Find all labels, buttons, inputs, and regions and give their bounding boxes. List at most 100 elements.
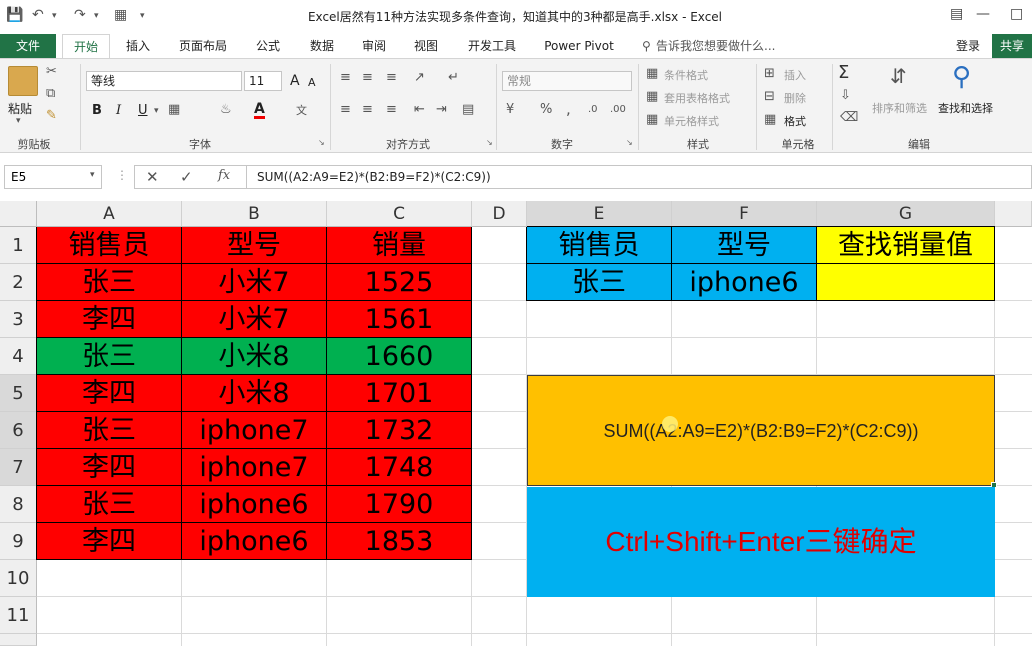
redo-dropdown-icon[interactable]: ▾	[94, 11, 99, 21]
tab-file[interactable]: 文件	[0, 34, 56, 58]
phonetic-icon[interactable]: 文	[296, 102, 307, 118]
cell-styles-button[interactable]: 单元格样式	[664, 113, 719, 129]
table-cell[interactable]: 1790	[327, 486, 472, 523]
column-header-e[interactable]: E	[527, 201, 672, 227]
ribbon-display-icon[interactable]: ▤	[950, 6, 963, 22]
row-header-3[interactable]: 3	[0, 301, 37, 338]
lookup-header-cell[interactable]: 型号	[672, 227, 817, 264]
find-select-icon[interactable]: ⚲	[952, 62, 971, 92]
conditional-format-icon[interactable]: ▦	[646, 66, 658, 81]
align-left-icon[interactable]: ≡	[340, 102, 351, 117]
table-cell[interactable]: 李四	[37, 301, 182, 338]
cut-icon[interactable]: ✂	[46, 64, 57, 79]
table-cell[interactable]: 张三	[37, 486, 182, 523]
row-header-2[interactable]: 2	[0, 264, 37, 301]
table-header-cell[interactable]: 型号	[182, 227, 327, 264]
lookup-result-cell[interactable]	[817, 264, 995, 301]
decrease-indent-icon[interactable]: ⇤	[414, 102, 425, 117]
table-cell[interactable]: 小米7	[182, 264, 327, 301]
table-cell[interactable]: 1701	[327, 375, 472, 412]
comma-icon[interactable]: ,	[566, 100, 571, 118]
tab-view[interactable]: 视图	[404, 34, 448, 58]
insert-cells-button[interactable]: 插入	[784, 67, 806, 83]
font-color-icon[interactable]: A	[254, 102, 265, 119]
font-size-combo[interactable]: 11	[244, 71, 282, 91]
lookup-value-cell[interactable]: 张三	[527, 264, 672, 301]
find-select-button[interactable]: 查找和选择	[938, 100, 993, 116]
italic-button[interactable]: I	[116, 103, 121, 118]
table-cell[interactable]: 小米8	[182, 338, 327, 375]
column-header-b[interactable]: B	[182, 201, 327, 227]
paste-label[interactable]: 粘贴	[8, 100, 32, 117]
column-header-g[interactable]: G	[817, 201, 995, 227]
tab-page-layout[interactable]: 页面布局	[170, 34, 236, 58]
format-cells-button[interactable]: 格式	[784, 113, 806, 129]
number-dialog-launcher-icon[interactable]: ↘	[626, 138, 633, 147]
table-cell[interactable]: iphone7	[182, 412, 327, 449]
wrap-text-icon[interactable]: ↵	[448, 70, 459, 85]
table-cell[interactable]: 1748	[327, 449, 472, 486]
cancel-icon[interactable]: ✕	[146, 168, 159, 186]
number-format-combo[interactable]: 常规	[502, 71, 632, 91]
table-cell[interactable]: 1660	[327, 338, 472, 375]
sort-filter-icon[interactable]: ⇵	[890, 64, 907, 88]
lookup-value-cell[interactable]: iphone6	[672, 264, 817, 301]
format-as-table-button[interactable]: 套用表格格式	[664, 90, 730, 106]
column-header-f[interactable]: F	[672, 201, 817, 227]
merge-center-icon[interactable]: ▤	[462, 102, 474, 117]
table-cell[interactable]: iphone6	[182, 523, 327, 560]
bold-button[interactable]: B	[92, 103, 102, 118]
fill-color-icon[interactable]: ♨	[220, 102, 232, 117]
table-cell[interactable]: 张三	[37, 264, 182, 301]
insert-cells-icon[interactable]: ⊞	[764, 66, 775, 81]
format-cells-icon[interactable]: ▦	[764, 112, 776, 127]
copy-icon[interactable]: ⧉	[46, 86, 55, 101]
column-header-a[interactable]: A	[37, 201, 182, 227]
percent-icon[interactable]: %	[540, 102, 552, 117]
decrease-decimal-icon[interactable]: .00	[610, 104, 626, 115]
orientation-icon[interactable]: ↗	[414, 70, 425, 85]
table-cell[interactable]: 1853	[327, 523, 472, 560]
delete-cells-icon[interactable]: ⊟	[764, 89, 775, 104]
row-header-11[interactable]: 11	[0, 597, 37, 634]
format-painter-icon[interactable]: ✎	[46, 108, 57, 123]
tab-home[interactable]: 开始	[62, 34, 110, 58]
table-cell[interactable]: 李四	[37, 449, 182, 486]
save-icon[interactable]: 💾	[6, 7, 23, 23]
name-box[interactable]: E5	[4, 165, 102, 189]
formula-input[interactable]: SUM((A2:A9=E2)*(B2:B9=F2)*(C2:C9))	[246, 165, 1032, 189]
row-header-7[interactable]: 7	[0, 449, 37, 486]
row-header-4[interactable]: 4	[0, 338, 37, 375]
paste-dropdown-icon[interactable]: ▾	[16, 116, 21, 126]
align-right-icon[interactable]: ≡	[386, 102, 397, 117]
sign-in-link[interactable]: 登录	[948, 34, 988, 58]
column-header-c[interactable]: C	[327, 201, 472, 227]
row-header-8[interactable]: 8	[0, 486, 37, 523]
formula-annotation-box[interactable]: SUM((A2:A9=E2)*(B2:B9=F2)*(C2:C9))	[527, 375, 995, 486]
increase-decimal-icon[interactable]: .0	[588, 104, 598, 115]
table-cell[interactable]: 小米8	[182, 375, 327, 412]
row-header-5[interactable]: 5	[0, 375, 37, 412]
name-box-dropdown-icon[interactable]: ▾	[90, 170, 95, 180]
customize-qat-icon[interactable]: ▾	[140, 11, 145, 21]
alignment-dialog-launcher-icon[interactable]: ↘	[486, 138, 493, 147]
clear-icon[interactable]: ⌫	[840, 110, 858, 125]
row-header-10[interactable]: 10	[0, 560, 37, 597]
align-center-icon[interactable]: ≡	[362, 102, 373, 117]
tab-review[interactable]: 审阅	[352, 34, 396, 58]
format-table-icon[interactable]: ▦	[646, 89, 658, 104]
enter-icon[interactable]: ✓	[180, 168, 193, 186]
row-header-9[interactable]: 9	[0, 523, 37, 560]
tab-data[interactable]: 数据	[300, 34, 344, 58]
minimize-icon[interactable]: —	[976, 6, 990, 22]
table-header-cell[interactable]: 销量	[327, 227, 472, 264]
fill-icon[interactable]: ⇩	[840, 88, 851, 103]
row-header-6[interactable]: 6	[0, 412, 37, 449]
table-cell[interactable]: 1525	[327, 264, 472, 301]
select-all-button[interactable]	[0, 201, 37, 227]
grow-font-icon[interactable]: A	[290, 73, 300, 89]
table-cell[interactable]: 1732	[327, 412, 472, 449]
increase-indent-icon[interactable]: ⇥	[436, 102, 447, 117]
share-button[interactable]: 共享	[992, 34, 1032, 58]
align-bottom-icon[interactable]: ≡	[386, 70, 397, 85]
